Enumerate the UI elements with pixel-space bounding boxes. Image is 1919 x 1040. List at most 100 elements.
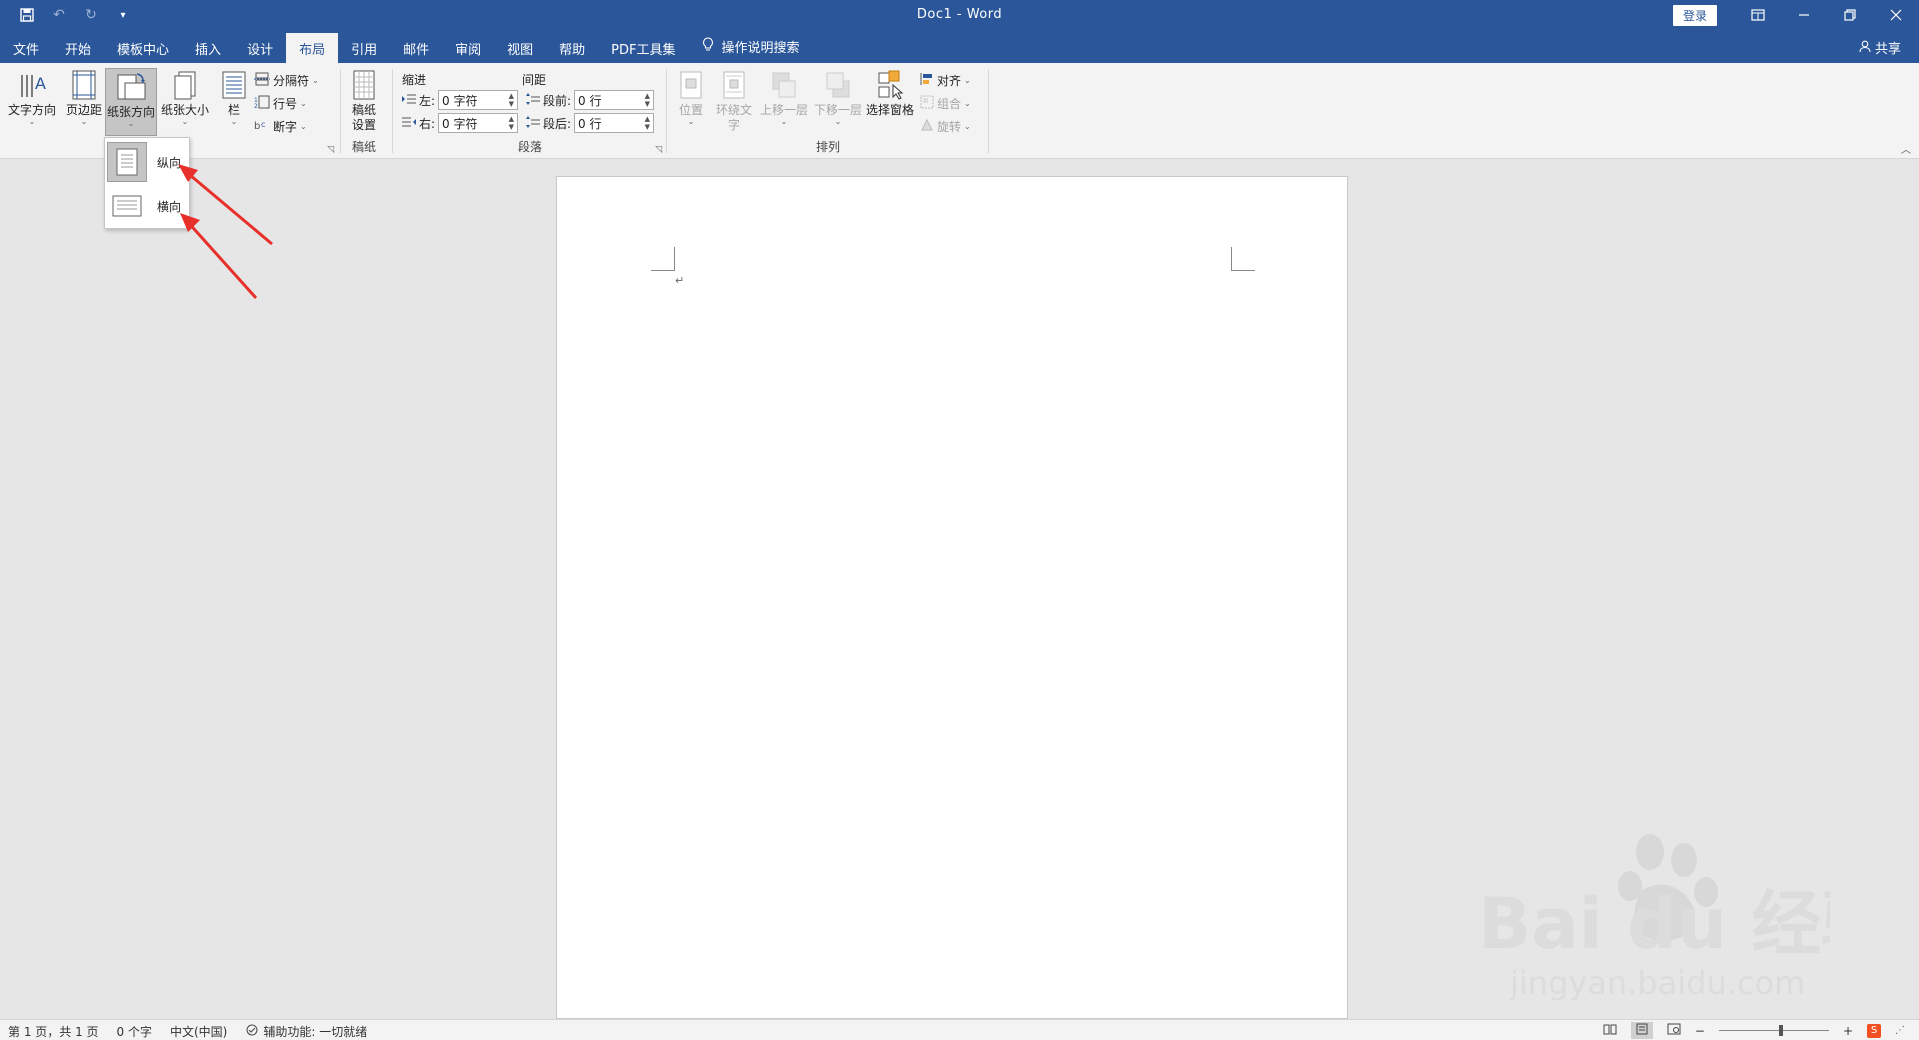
close-icon[interactable] [1873,0,1919,30]
spin-arrows-icon[interactable]: ▲ ▼ [509,92,514,108]
manuscript-settings-button[interactable]: 稿纸 设置 [344,67,384,133]
chevron-down-icon: ⌄ [834,117,842,126]
margins-button[interactable]: 页边距 ⌄ [62,67,106,126]
paragraph-mark: ↵ [675,274,685,287]
collapse-ribbon-icon[interactable]: ︿ [1901,141,1911,156]
tab-mailings[interactable]: 邮件 [390,30,442,63]
accessibility-label: 辅助功能: 一切就绪 [263,1025,368,1039]
word-count[interactable]: 0 个字 [117,1023,152,1040]
group-objects-button[interactable]: 组合 ⌄ [920,95,971,112]
indent-left-row: 左: 0 字符 ▲ ▼ [402,90,519,110]
chevron-down-icon: ⌄ [230,117,238,126]
share-button[interactable]: 共享 [1859,38,1901,57]
chevron-down-icon: ⌄ [687,117,695,126]
restore-icon[interactable] [1827,0,1873,30]
tab-layout[interactable]: 布局 [286,33,339,63]
tab-references[interactable]: 引用 [338,30,390,63]
svg-text:b: b [254,121,260,132]
zoom-out-icon[interactable]: − [1695,1024,1705,1038]
manuscript-settings-label-1: 稿纸 [351,103,376,117]
breaks-button[interactable]: 分隔符 ⌄ [254,72,319,89]
ribbon-display-options-icon[interactable] [1735,0,1781,30]
breaks-label: 分隔符 [273,74,310,88]
spacing-after-label: 段后: [543,116,572,131]
position-button[interactable]: 位置 ⌄ [674,67,708,126]
align-button[interactable]: 对齐 ⌄ [920,72,971,89]
spin-arrows-icon[interactable]: ▲ ▼ [645,92,650,108]
zoom-slider[interactable] [1718,1025,1829,1036]
size-button[interactable]: 纸张大小 ⌄ [158,67,212,126]
zoom-slider-thumb[interactable] [1778,1025,1783,1036]
login-button[interactable]: 登录 [1672,4,1717,26]
annotation-arrows [178,164,273,300]
minimize-icon[interactable] [1781,0,1827,30]
dialog-launcher-icon[interactable]: ◹ [327,145,334,155]
chevron-down-icon: ⌄ [964,99,971,108]
margins-label: 页边距 [65,103,102,117]
rotate-button[interactable]: 旋转 ⌄ [920,118,971,135]
status-bar: 第 1 页，共 1 页 0 个字 中文(中国) 辅助功能: 一切就绪 − + S… [0,1019,1919,1040]
page-count[interactable]: 第 1 页，共 1 页 [8,1023,99,1040]
position-icon [674,67,708,103]
indent-right-label: 右: [419,116,436,131]
margins-icon [67,67,101,103]
send-backward-button[interactable]: 下移一层 ⌄ [812,67,864,126]
group-separator [988,69,989,153]
arrow-to-portrait [178,164,273,246]
indent-left-input[interactable]: 0 字符 ▲ ▼ [438,90,519,110]
tab-design[interactable]: 设计 [234,30,286,63]
spacing-after-input[interactable]: 0 行 ▲ ▼ [574,113,655,133]
read-mode-icon[interactable] [1603,1023,1617,1038]
spin-arrows-icon[interactable]: ▲ ▼ [645,115,650,131]
zoom-in-icon[interactable]: + [1843,1024,1853,1038]
orientation-icon [114,69,148,105]
line-numbers-button[interactable]: 12 行号 ⌄ [254,95,307,112]
dialog-launcher-icon[interactable]: ◹ [655,145,662,155]
hyphenation-button[interactable]: bc 断字 ⌄ [254,118,307,135]
tab-template-center[interactable]: 模板中心 [104,30,182,63]
breaks-icon [254,72,270,89]
sogou-ime-icon[interactable]: S [1867,1023,1881,1038]
selection-pane-icon [873,67,907,103]
accessibility-status[interactable]: 辅助功能: 一切就绪 [245,1023,367,1040]
spin-arrows-icon[interactable]: ▲ ▼ [509,115,514,131]
svg-text:2: 2 [254,103,258,109]
chevron-down-icon: ⌄ [300,99,307,108]
orientation-button[interactable]: 纸张方向 ⌄ [105,68,157,136]
chevron-down-icon: ⌄ [964,122,971,131]
spacing-before-input[interactable]: 0 行 ▲ ▼ [574,90,655,110]
tab-insert[interactable]: 插入 [182,30,234,63]
group-manuscript: 稿纸 设置 稿纸 [342,67,386,157]
tab-pdf-tools[interactable]: PDF工具集 [598,30,688,63]
group-objects-icon [920,95,934,112]
print-layout-icon[interactable] [1630,1022,1653,1039]
spacing-before-icon [526,92,540,108]
columns-icon [217,67,251,103]
tell-me-label: 操作说明搜索 [721,41,800,56]
wrap-text-button[interactable]: 环绕文 字 [714,67,754,133]
watermark-url: jingyan.baidu.com [1509,964,1805,1000]
selection-pane-button[interactable]: 选择窗格 [864,67,916,118]
resize-grip-icon[interactable]: ⋰ [1895,1025,1905,1036]
tab-view[interactable]: 视图 [494,30,546,63]
window-title: Doc1 - Word [916,7,1003,22]
manuscript-group-label: 稿纸 [351,140,376,154]
hyphenation-label: 断字 [273,120,298,134]
indent-right-value: 0 字符 [442,116,478,131]
indent-right-input[interactable]: 0 字符 ▲ ▼ [438,113,519,133]
chevron-down-icon: ⌄ [300,122,307,131]
paper-size-icon [168,67,202,103]
document-page[interactable]: ↵ [556,176,1348,1019]
web-layout-icon[interactable] [1667,1023,1681,1038]
tell-me-search[interactable]: 操作说明搜索 [689,30,813,63]
bring-forward-button[interactable]: 上移一层 ⌄ [758,67,810,126]
columns-button[interactable]: 栏 ⌄ [216,67,252,126]
tab-review[interactable]: 审阅 [442,30,494,63]
tab-file[interactable]: 文件 [0,30,52,63]
tab-home[interactable]: 开始 [52,30,104,63]
tab-help[interactable]: 帮助 [546,30,598,63]
text-direction-button[interactable]: A 文字方向 ⌄ [8,67,56,126]
ribbon-tabs-bar: 文件 开始 模板中心 插入 设计 布局 引用 邮件 审阅 视图 帮助 PDF工具… [0,30,1919,63]
svg-text:c: c [261,120,265,129]
language[interactable]: 中文(中国) [170,1023,227,1040]
